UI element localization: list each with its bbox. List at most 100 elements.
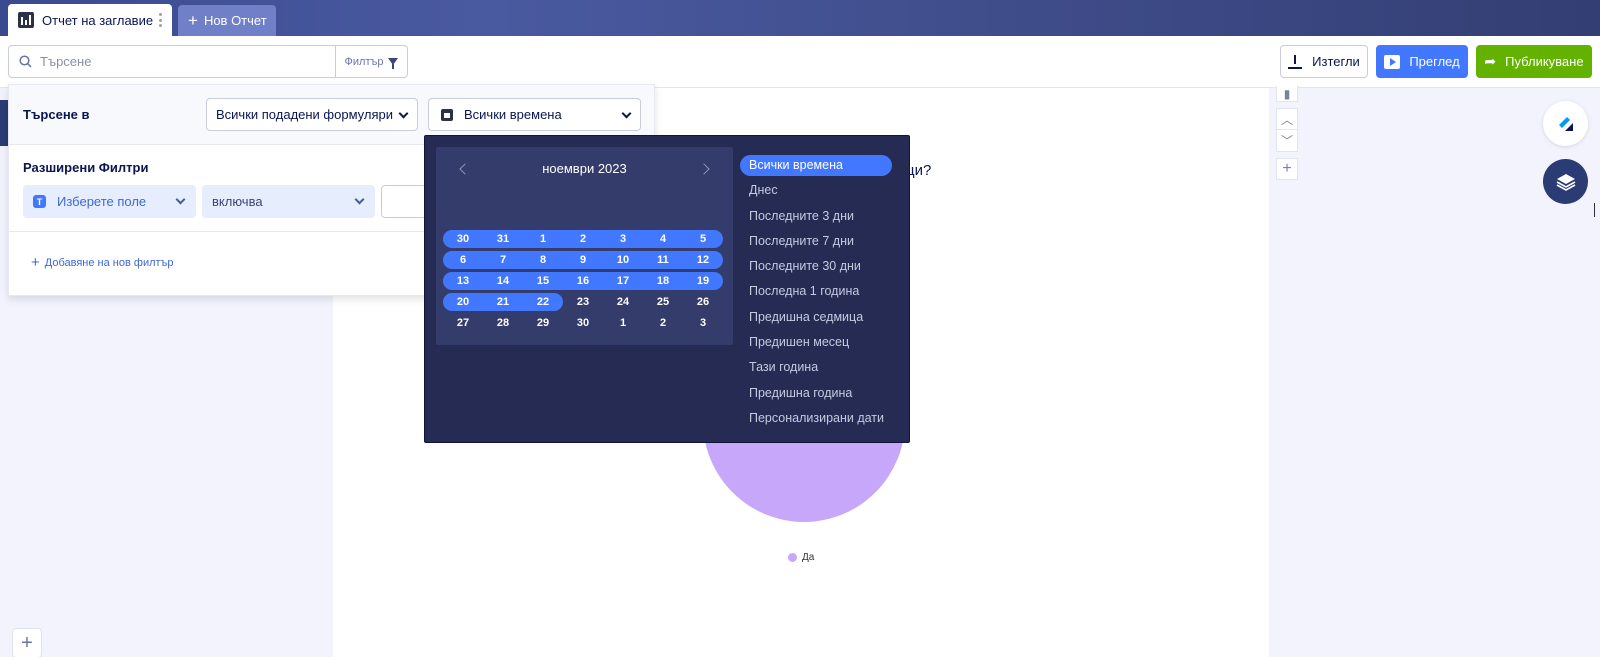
toolbar: Филтър Изтегли Преглед ➦ Публикуване: [0, 36, 1600, 88]
chevron-down-icon: [398, 108, 409, 119]
time-range-value: Всички времена: [464, 107, 562, 122]
calendar-day[interactable]: 3: [683, 314, 723, 332]
calendar-day[interactable]: 30: [563, 314, 603, 332]
tab-report-untitled[interactable]: Отчет на заглавие: [8, 4, 172, 36]
calendar-day[interactable]: 27: [443, 314, 483, 332]
calendar-icon: [441, 108, 453, 121]
preset-option[interactable]: Последните 7 дни: [740, 231, 900, 252]
filter-button[interactable]: Филтър: [335, 45, 408, 78]
search-box: [8, 45, 336, 78]
preset-option[interactable]: Последните 30 дни: [740, 256, 900, 277]
calendar-day[interactable]: 31: [483, 230, 523, 248]
search-in-label: Търсене в: [23, 107, 90, 122]
add-element-icon[interactable]: +: [1276, 158, 1298, 180]
search-icon: [19, 55, 32, 68]
calendar-week-row: 6 7 8 9 10 11 12: [443, 251, 728, 269]
layers-button[interactable]: [1543, 159, 1588, 204]
calendar-day[interactable]: 10: [603, 251, 643, 269]
tab-label: Отчет на заглавие: [42, 12, 154, 28]
calendar-day[interactable]: 18: [643, 272, 683, 290]
add-filter-label: Добавяне на нов филтър: [44, 256, 174, 269]
calendar-day[interactable]: 15: [523, 272, 563, 290]
download-label: Изтегли: [1312, 54, 1360, 69]
new-report-label: Нов Отчет: [203, 13, 267, 28]
calendar-day[interactable]: 6: [443, 251, 483, 269]
move-up-icon[interactable]: ︿: [1276, 108, 1298, 130]
report-tab-bar: Отчет на заглавие + Нов Отчет: [0, 0, 1600, 36]
preview-label: Преглед: [1409, 54, 1460, 69]
calendar-day[interactable]: 8: [523, 251, 563, 269]
preset-option[interactable]: Последните 3 дни: [740, 206, 900, 227]
calendar-day[interactable]: 25: [643, 293, 683, 311]
publish-label: Публикуване: [1505, 54, 1584, 69]
chevron-down-icon: [354, 194, 365, 205]
preview-button[interactable]: Преглед: [1376, 45, 1468, 78]
advanced-filters-title: Разширени Филтри: [23, 160, 149, 175]
report-chart-icon: [18, 12, 34, 28]
calendar-day[interactable]: 14: [483, 272, 523, 290]
calendar-day[interactable]: 16: [563, 272, 603, 290]
calendar-day[interactable]: 20: [443, 293, 483, 311]
calendar-day[interactable]: 3: [603, 230, 643, 248]
preset-option[interactable]: Предишен месец: [740, 332, 900, 353]
calendar-day[interactable]: 24: [603, 293, 643, 311]
calendar-day[interactable]: 4: [643, 230, 683, 248]
preset-option[interactable]: Последна 1 година: [740, 281, 900, 302]
preset-option[interactable]: Предишна година: [740, 383, 900, 404]
delete-icon[interactable]: ▮: [1276, 86, 1298, 102]
preset-option[interactable]: Предишна седмица: [740, 307, 900, 328]
preset-option[interactable]: Всички времена: [740, 155, 892, 176]
preset-option[interactable]: Днес: [740, 180, 900, 201]
calendar: ноември 2023 30 31 1 2 3 4 5 6 7 8 9 10 11 12 13 14 15 16…: [436, 147, 733, 345]
calendar-month-label: ноември 2023: [542, 161, 627, 176]
calendar-day[interactable]: 5: [683, 230, 723, 248]
preset-list: Всички времена Днес Последните 3 дни Послед…: [740, 155, 900, 433]
calendar-day[interactable]: 1: [523, 230, 563, 248]
calendar-day[interactable]: 23: [563, 293, 603, 311]
calendar-day[interactable]: 13: [443, 272, 483, 290]
calendar-week-row: 30 31 1 2 3 4 5: [443, 230, 728, 248]
calendar-day[interactable]: 28: [483, 314, 523, 332]
calendar-week-row: 20 21 22 23 24 25 26: [443, 293, 728, 311]
text-field-icon: T: [33, 195, 46, 208]
assistant-button[interactable]: [1543, 101, 1588, 146]
new-report-button[interactable]: + Нов Отчет: [178, 5, 276, 36]
operator-select[interactable]: включва: [202, 185, 375, 218]
forms-select[interactable]: Всички подадени формуляри: [206, 98, 418, 131]
calendar-day[interactable]: 9: [563, 251, 603, 269]
calendar-day[interactable]: 21: [483, 293, 523, 311]
download-icon: [1288, 54, 1303, 69]
calendar-day[interactable]: 1: [603, 314, 643, 332]
calendar-day[interactable]: 22: [523, 293, 563, 311]
field-select-value: Изберете поле: [57, 194, 147, 209]
operator-select-value: включва: [212, 194, 263, 209]
calendar-day[interactable]: 2: [643, 314, 683, 332]
time-range-select[interactable]: Всички времена: [428, 98, 641, 131]
calendar-day[interactable]: 26: [683, 293, 723, 311]
preset-option[interactable]: Персонализирани дати: [740, 408, 900, 429]
preset-option[interactable]: Тази година: [740, 357, 900, 378]
play-icon: [1384, 54, 1401, 69]
more-options-icon[interactable]: [159, 13, 162, 27]
add-filter-link[interactable]: + Добавяне на нов филтър: [31, 255, 174, 270]
calendar-day[interactable]: 2: [563, 230, 603, 248]
element-tools: ▮ ︿ ﹀ +: [1276, 86, 1298, 180]
add-page-button[interactable]: +: [12, 628, 42, 657]
calendar-day[interactable]: 12: [683, 251, 723, 269]
calendar-day[interactable]: 29: [523, 314, 563, 332]
legend-label: Да: [802, 552, 815, 563]
publish-button[interactable]: ➦ Публикуване: [1476, 45, 1592, 78]
calendar-week-row: 27 28 29 30 1 2 3: [443, 314, 728, 332]
calendar-day[interactable]: 11: [643, 251, 683, 269]
calendar-day[interactable]: 30: [443, 230, 483, 248]
calendar-day[interactable]: 17: [603, 272, 643, 290]
calendar-day[interactable]: 19: [683, 272, 723, 290]
assistant-logo-icon: [1558, 116, 1573, 131]
calendar-week-row: 13 14 15 16 17 18 19: [443, 272, 728, 290]
move-down-icon[interactable]: ﹀: [1276, 130, 1298, 152]
legend-swatch: [788, 553, 797, 562]
download-button[interactable]: Изтегли: [1280, 45, 1368, 78]
field-select[interactable]: T Изберете поле: [23, 185, 196, 218]
search-input[interactable]: [40, 54, 320, 69]
calendar-day[interactable]: 7: [483, 251, 523, 269]
